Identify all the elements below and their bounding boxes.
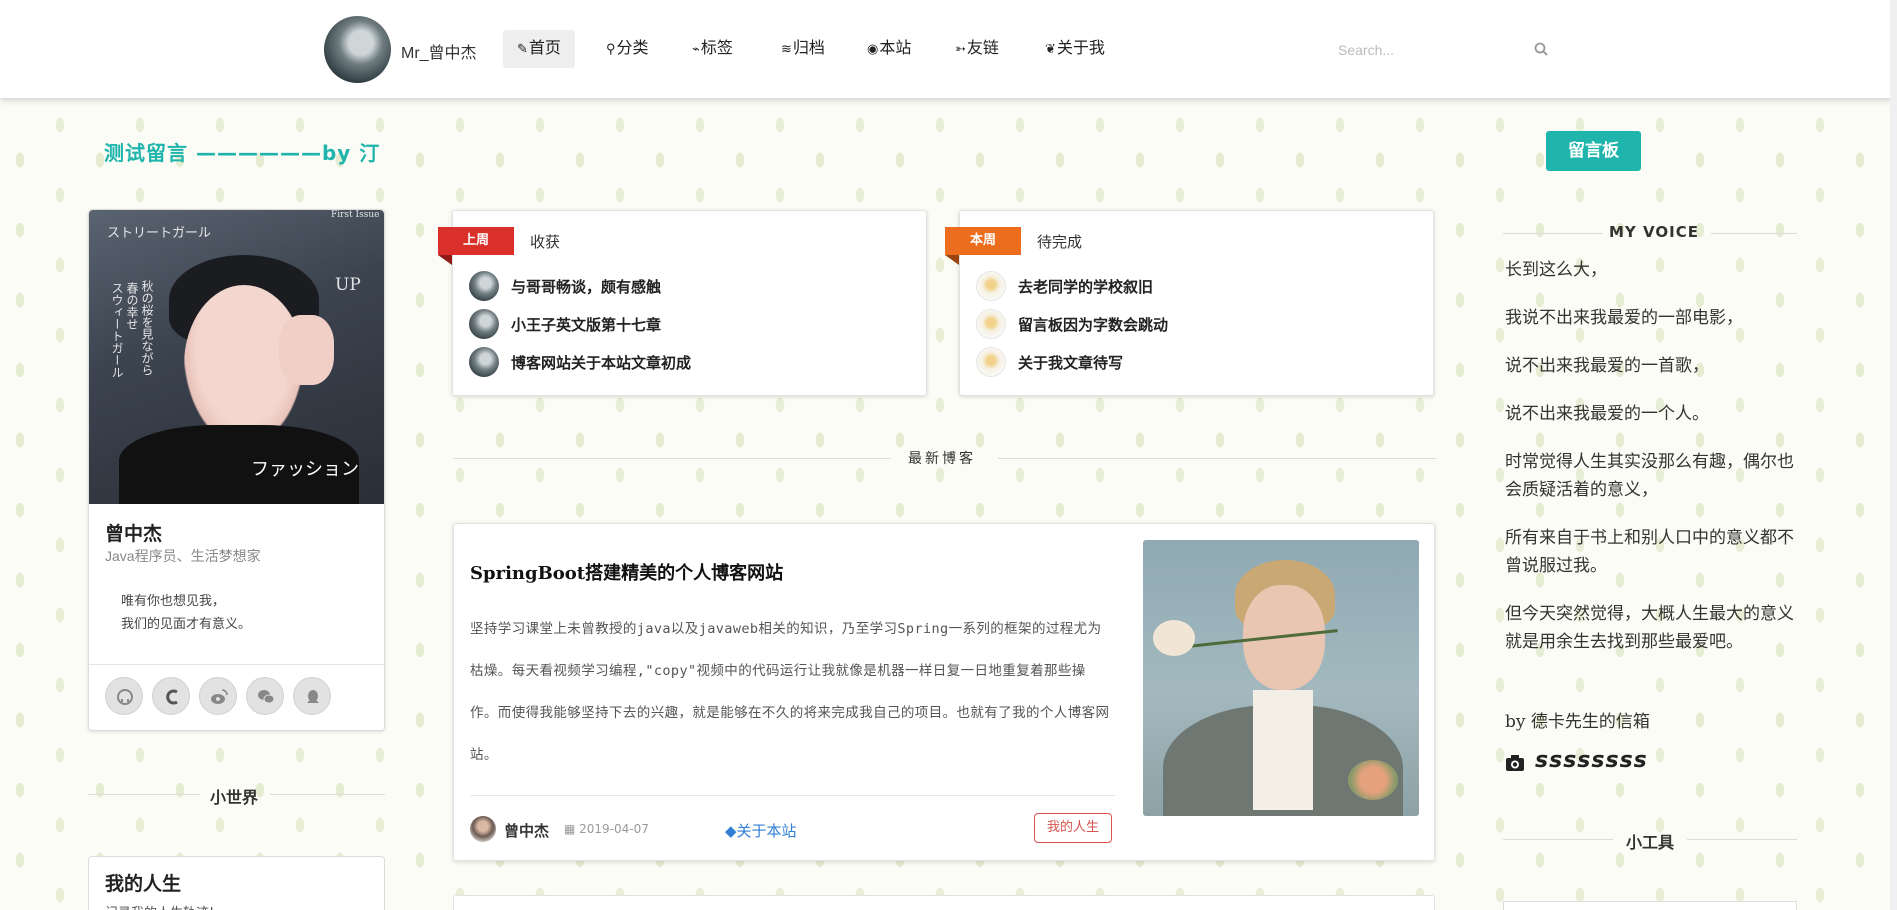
github-icon: [117, 689, 133, 705]
tag-icon: ◆: [725, 822, 737, 840]
small-world-section-title: 小世界: [88, 784, 385, 807]
nav-item-categories[interactable]: ⚲分类: [592, 30, 663, 68]
brand-name[interactable]: Mr_曾中杰: [401, 39, 477, 63]
nav-item-friend-links[interactable]: ➳友链: [941, 30, 1013, 68]
profile-role: Java程序员、生活梦想家: [105, 548, 261, 564]
avatar: [469, 309, 499, 339]
photo-caption: ストリートガール: [107, 226, 212, 241]
post-date: ▦ 2019-04-07: [564, 822, 649, 836]
week-tag: 上周: [438, 227, 514, 265]
top-navbar: Mr_曾中杰 ✎首页 ⚲分类 ⌁标签 ≋归档 ◉本站 ➳友链 ❦关于我: [0, 0, 1897, 98]
voice-text: 长到这么大， 我说不出来我最爱的一部电影， 说不出来我最爱的一首歌， 说不出来我…: [1505, 260, 1794, 652]
nav-item-tags[interactable]: ⌁标签: [678, 30, 747, 68]
nav-item-site[interactable]: ◉本站: [853, 30, 925, 68]
profile-quote: 唯有你也想见我， 我们的见面才有意义。: [121, 594, 252, 632]
post-title[interactable]: SpringBoot搭建精美的个人博客网站: [470, 559, 783, 585]
calendar-icon: ▦: [564, 822, 580, 836]
life-card-subtitle: 记录我的人生轨迹!: [105, 902, 214, 910]
wechat-icon: [258, 690, 275, 704]
wechat-button[interactable]: [246, 677, 284, 715]
brand-avatar[interactable]: [324, 16, 391, 83]
avatar: [976, 271, 1006, 301]
scrolling-message: 测试留言 ——————by 汀: [104, 141, 381, 165]
post-excerpt: 坚持学习课堂上未曾教授的java以及javaweb相关的知识，乃至学习Sprin…: [470, 621, 1110, 763]
life-card-title: 我的人生: [105, 873, 182, 895]
avatar: [976, 347, 1006, 377]
my-voice-section-title: MY VOICE: [1503, 223, 1797, 243]
camera-icon[interactable]: [1505, 754, 1525, 772]
avatar: [469, 347, 499, 377]
archive-icon: ≋: [781, 41, 792, 56]
blog-post-card: SpringBoot搭建精美的个人博客网站 坚持学习课堂上未曾教授的java以及…: [453, 523, 1435, 861]
photo-caption: First Issue: [331, 210, 380, 220]
author-avatar: [470, 816, 496, 842]
week-tag: 本周: [945, 227, 1021, 265]
my-life-card[interactable]: 我的人生 记录我的人生轨迹!: [88, 856, 385, 910]
qq-icon: [307, 690, 319, 703]
profile-name: 曾中杰: [105, 523, 163, 545]
divider: [470, 795, 1115, 796]
last-week-card: 上周 收获 与哥哥畅谈，颇有感触 小王子英文版第十七章 博客网站关于本站文章初成: [438, 210, 927, 396]
scrollbar[interactable]: [1890, 0, 1897, 910]
photo-caption: UP: [335, 275, 361, 295]
week-category: 待完成: [1037, 233, 1083, 251]
tools-card: [1503, 901, 1797, 910]
post-cover-image[interactable]: [1143, 540, 1419, 816]
qq-button[interactable]: [293, 677, 331, 715]
avatar: [469, 271, 499, 301]
pen-icon: ✎: [517, 41, 528, 56]
github-button[interactable]: [105, 677, 143, 715]
photo-caption: スウィートガール: [110, 282, 124, 378]
decorative-squiggle: ssssssss: [1535, 748, 1648, 773]
csdn-icon: [166, 689, 178, 705]
divider: [89, 664, 384, 665]
post-tag[interactable]: 我的人生: [1034, 813, 1112, 843]
avatar: [976, 309, 1006, 339]
csdn-button[interactable]: [152, 677, 190, 715]
search-input[interactable]: [1338, 36, 1558, 64]
post-category[interactable]: ◆关于本站: [725, 820, 797, 841]
nav-item-about[interactable]: ❦关于我: [1031, 30, 1119, 68]
voice-signature: by 德卡先生的信箱: [1505, 712, 1650, 732]
message-board-button[interactable]: 留言板: [1546, 131, 1641, 171]
fish-icon: ➳: [955, 41, 966, 56]
nav-item-archive[interactable]: ≋归档: [767, 30, 839, 68]
photo-caption: ファッション: [251, 459, 359, 480]
photo-caption: 春の幸せ: [125, 282, 139, 330]
weibo-icon: [211, 689, 228, 704]
idea-icon: ⚲: [606, 41, 616, 56]
site-icon: ◉: [867, 41, 879, 56]
post-author[interactable]: 曾中杰: [504, 820, 549, 841]
leaf-icon: ❦: [1045, 41, 1056, 56]
photo-caption: 秋の桜を見ながら: [140, 280, 154, 376]
tools-section-title: 小工具: [1503, 829, 1797, 852]
blog-post-card: [453, 895, 1435, 910]
tag-icon: ⌁: [692, 41, 700, 56]
latest-blogs-section-title: 最新博客: [453, 448, 1436, 468]
profile-photo: ストリートガール First Issue UP 秋の桜を見ながら 春の幸せ スウ…: [89, 210, 384, 504]
week-category: 收获: [530, 233, 561, 251]
this-week-card: 本周 待完成 去老同学的学校叙旧 留言板因为字数会跳动 关于我文章待写: [945, 210, 1434, 396]
nav-item-home[interactable]: ✎首页: [503, 30, 575, 68]
profile-card: ストリートガール First Issue UP 秋の桜を見ながら 春の幸せ スウ…: [88, 209, 385, 731]
weibo-button[interactable]: [199, 677, 237, 715]
search-icon[interactable]: [1534, 42, 1548, 56]
